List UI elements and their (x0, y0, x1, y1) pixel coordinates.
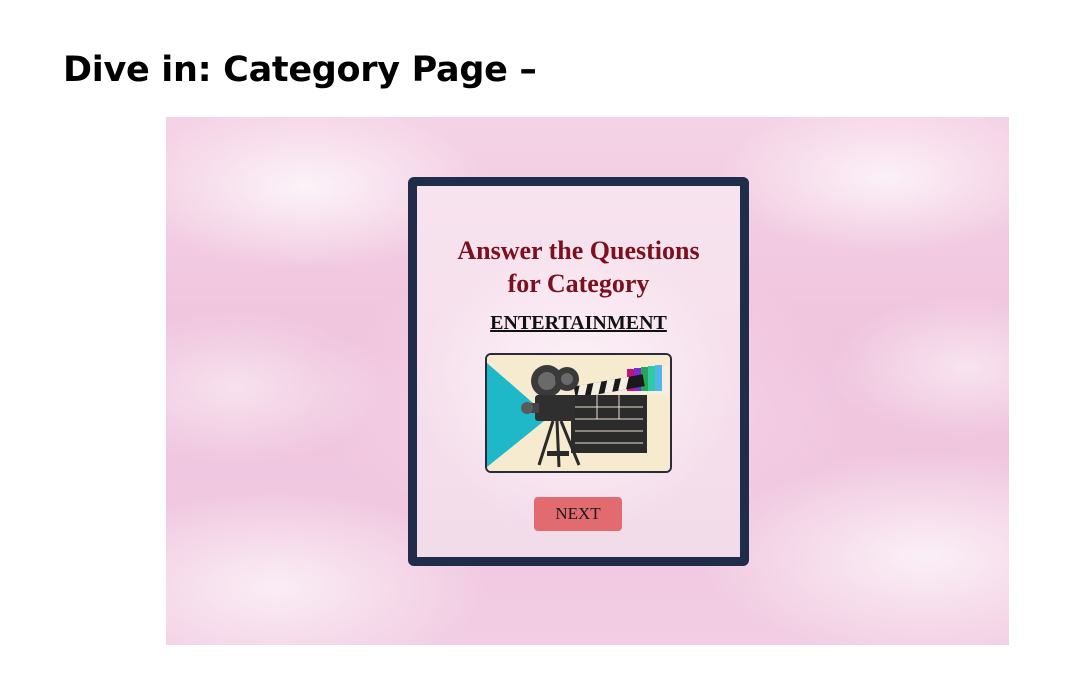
category-card: Answer the Questions for Category ENTERT… (408, 177, 749, 566)
card-heading: Answer the Questions for Category (417, 234, 740, 300)
category-image (485, 353, 672, 473)
movie-camera-clapperboard-icon (487, 355, 670, 471)
heading-line-1: Answer the Questions (457, 236, 700, 265)
slide: Dive in: Category Page – Answer the Ques… (0, 0, 1071, 696)
slide-title: Dive in: Category Page – (63, 50, 537, 90)
heading-line-2: for Category (507, 269, 650, 298)
category-name: ENTERTAINMENT (490, 312, 667, 334)
app-screenshot: Answer the Questions for Category ENTERT… (166, 117, 1009, 645)
next-button[interactable]: NEXT (534, 497, 622, 531)
